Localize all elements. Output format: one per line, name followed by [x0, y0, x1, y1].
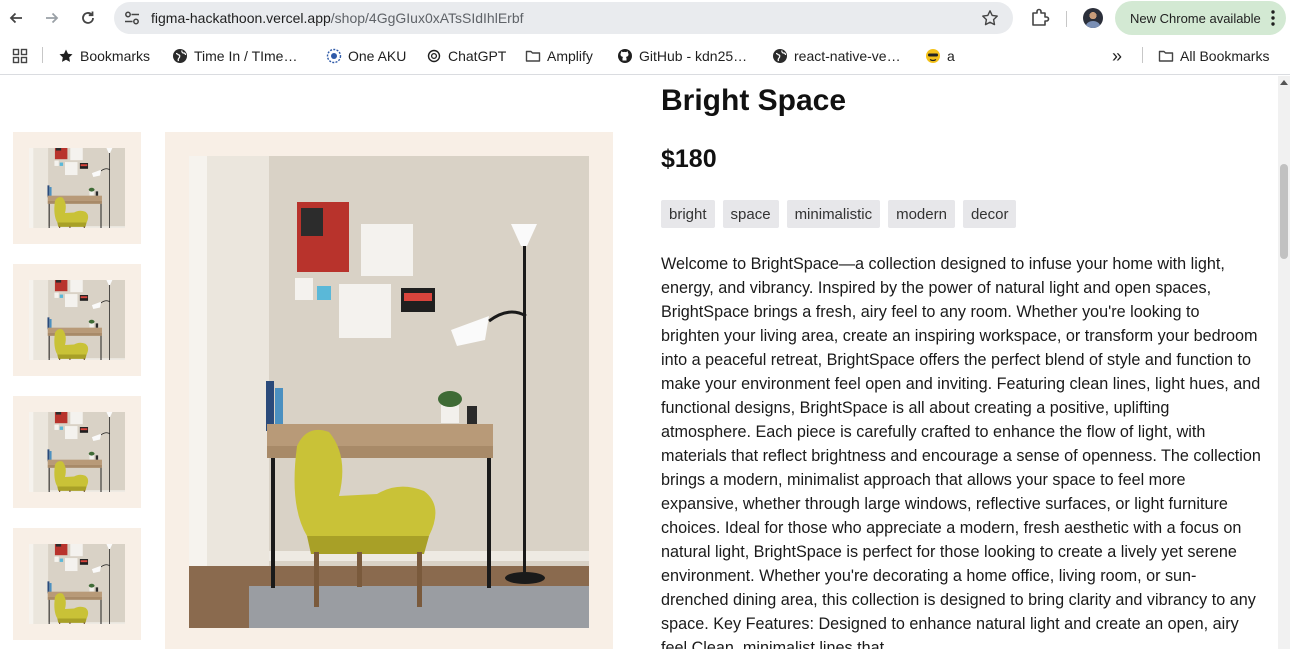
bookmark-bookmarks[interactable]: Bookmarks — [58, 46, 150, 66]
tag-chip[interactable]: decor — [962, 200, 1017, 228]
page-viewport: Bright Space $180 bright space minimalis… — [0, 76, 1290, 649]
tag-chip[interactable]: minimalistic — [786, 200, 881, 228]
back-button[interactable] — [4, 6, 28, 30]
bookmarks-divider — [1142, 47, 1143, 63]
extensions-icon[interactable] — [1029, 7, 1051, 29]
profile-avatar[interactable] — [1083, 8, 1103, 28]
page-scrollbar[interactable] — [1278, 76, 1290, 649]
browser-toolbar: figma-hackathoon.vercel.app/shop/4GgGIux… — [0, 0, 1290, 37]
scroll-up-arrow-icon[interactable] — [1280, 80, 1288, 85]
update-chrome-button[interactable]: New Chrome available — [1115, 1, 1286, 35]
thumbnail-image[interactable] — [13, 528, 141, 640]
bookmarks-divider — [42, 47, 43, 63]
thumbnail-list — [13, 132, 141, 649]
globe-icon — [173, 49, 187, 63]
apps-grid-icon — [12, 48, 28, 64]
all-bookmarks-button[interactable]: All Bookmarks — [1158, 46, 1269, 66]
reload-button[interactable] — [76, 6, 100, 30]
product-main-photo[interactable] — [189, 156, 589, 628]
product-price: $180 — [661, 145, 717, 173]
product-thumbnail-photo — [29, 280, 125, 360]
bookmark-label: Bookmarks — [80, 48, 151, 64]
product-thumbnail-photo — [29, 412, 125, 492]
url-host: figma-hackathoon.vercel.app — [151, 10, 331, 26]
product-title: Bright Space — [661, 84, 847, 117]
bookmark-label: GitHub - kdn25… — [639, 48, 748, 64]
tag-chip[interactable]: space — [722, 200, 779, 228]
bookmark-label: Time In / TIme… — [194, 48, 298, 64]
thumbnail-image[interactable] — [13, 132, 141, 244]
url-path: /shop/4GgGIux0xATsSIdIhlErbf — [330, 10, 524, 26]
bookmarks-overflow-button[interactable]: » — [1112, 46, 1122, 66]
tag-chip[interactable]: bright — [661, 200, 715, 228]
globe-icon — [773, 49, 787, 63]
bookmark-a[interactable]: a — [925, 46, 955, 66]
address-bar[interactable]: figma-hackathoon.vercel.app/shop/4GgGIux… — [114, 2, 1013, 34]
reload-icon — [82, 11, 94, 24]
chatgpt-icon — [427, 49, 441, 63]
bookmark-label: a — [947, 48, 955, 64]
apps-button[interactable] — [12, 46, 28, 66]
bookmarks-bar: Bookmarks Time In / TIme… One AKU ChatGP… — [0, 37, 1290, 75]
thumbnail-image[interactable] — [13, 264, 141, 376]
tag-chip[interactable]: modern — [888, 200, 955, 228]
bookmark-star-icon[interactable] — [981, 9, 999, 27]
emoji-icon — [926, 49, 940, 63]
arrow-right-icon — [46, 12, 59, 24]
bookmark-label: react-native-ve… — [794, 48, 901, 64]
bookmark-label: One AKU — [348, 48, 407, 64]
product-description: Welcome to BrightSpace—a collection desi… — [661, 255, 1261, 649]
bookmark-label: ChatGPT — [448, 48, 507, 64]
folder-icon — [1158, 50, 1174, 62]
flower-icon — [326, 48, 342, 64]
chevron-double-right-icon: » — [1112, 45, 1123, 66]
thumbnail-image[interactable] — [13, 396, 141, 508]
bookmark-label: Amplify — [547, 48, 593, 64]
site-settings-icon[interactable] — [123, 10, 141, 26]
tag-list: bright space minimalistic modern decor — [661, 200, 1017, 228]
arrow-left-icon — [9, 12, 22, 24]
all-bookmarks-label: All Bookmarks — [1180, 48, 1270, 64]
product-thumbnail-photo — [29, 544, 125, 624]
bookmark-chatgpt[interactable]: ChatGPT — [426, 46, 506, 66]
bookmark-react-native[interactable]: react-native-ve… — [772, 46, 901, 66]
more-menu-icon[interactable] — [1271, 10, 1275, 26]
toolbar-divider — [1066, 11, 1067, 27]
update-chrome-label: New Chrome available — [1130, 10, 1261, 26]
folder-icon — [525, 50, 541, 62]
bookmark-time-in[interactable]: Time In / TIme… — [172, 46, 297, 66]
scrollbar-thumb[interactable] — [1280, 164, 1288, 259]
forward-button[interactable] — [40, 6, 64, 30]
bookmark-github[interactable]: GitHub - kdn25… — [617, 46, 747, 66]
url-text[interactable]: figma-hackathoon.vercel.app/shop/4GgGIux… — [151, 9, 524, 27]
product-thumbnail-photo — [29, 148, 125, 228]
github-icon — [618, 49, 632, 63]
bookmark-amplify[interactable]: Amplify — [525, 46, 593, 66]
main-image-frame — [165, 132, 613, 649]
star-icon — [59, 49, 73, 62]
bookmark-one-aku[interactable]: One AKU — [326, 46, 406, 66]
